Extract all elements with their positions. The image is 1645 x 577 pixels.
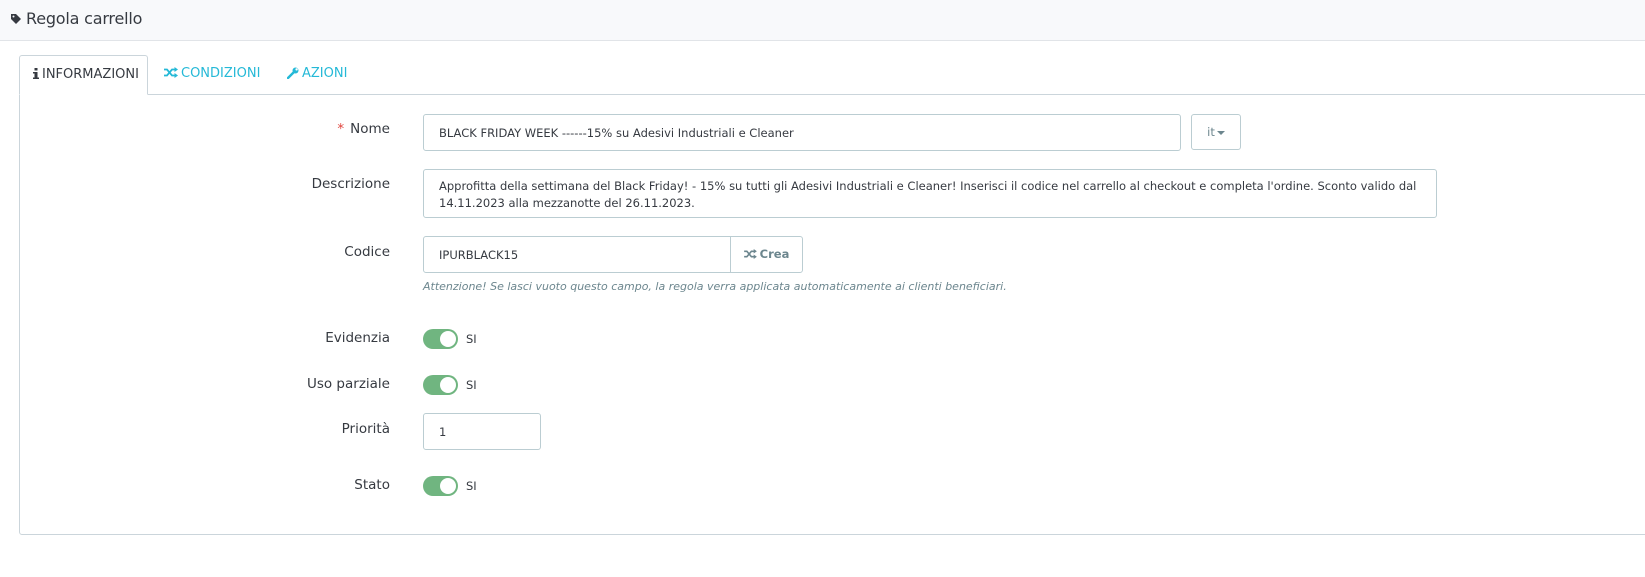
priority-input[interactable]: 1 xyxy=(423,413,541,450)
code-group: IPURBLACK15 Crea xyxy=(423,236,803,273)
status-switch[interactable] xyxy=(423,476,458,496)
priority-label: Priorità xyxy=(341,421,390,437)
tab-azioni-label: AZIONI xyxy=(302,66,348,81)
code-help-text: Attenzione! Se lasci vuoto questo campo,… xyxy=(423,280,1007,293)
random-icon xyxy=(164,67,178,78)
generate-code-button[interactable]: Crea xyxy=(730,236,803,273)
wrench-icon xyxy=(286,67,299,79)
language-dropdown[interactable]: it xyxy=(1191,114,1241,150)
caret-down-icon xyxy=(1216,130,1225,135)
tab-informazioni[interactable]: INFORMAZIONI xyxy=(19,55,148,95)
status-label: Stato xyxy=(354,477,390,493)
tab-informazioni-label: INFORMAZIONI xyxy=(42,67,139,82)
description-label: Descrizione xyxy=(311,176,390,192)
name-label: * Nome xyxy=(337,121,390,137)
partial-use-label: Uso parziale xyxy=(306,376,390,392)
code-label: Codice xyxy=(344,244,390,260)
highlight-label: Evidenzia xyxy=(325,330,390,346)
tab-condizioni[interactable]: CONDIZIONI xyxy=(164,55,260,95)
partial-use-state: SI xyxy=(466,378,477,392)
status-state: SI xyxy=(466,479,477,493)
highlight-state: SI xyxy=(466,332,477,346)
tab-azioni[interactable]: AZIONI xyxy=(286,55,348,95)
form-panel xyxy=(19,94,1645,535)
required-mark: * xyxy=(337,121,345,137)
tab-condizioni-label: CONDIZIONI xyxy=(181,66,261,81)
partial-use-switch[interactable] xyxy=(423,375,458,395)
code-input[interactable]: IPURBLACK15 xyxy=(423,236,731,273)
name-input[interactable]: BLACK FRIDAY WEEK ------15% su Adesivi I… xyxy=(423,114,1181,151)
page-header: Regola carrello xyxy=(0,0,1645,41)
highlight-switch[interactable] xyxy=(423,329,458,349)
random-icon xyxy=(743,248,757,259)
description-textarea[interactable]: Approfitta della settimana del Black Fri… xyxy=(423,169,1437,218)
tag-icon xyxy=(11,14,21,24)
page-title: Regola carrello xyxy=(26,9,143,28)
info-icon xyxy=(33,68,39,79)
